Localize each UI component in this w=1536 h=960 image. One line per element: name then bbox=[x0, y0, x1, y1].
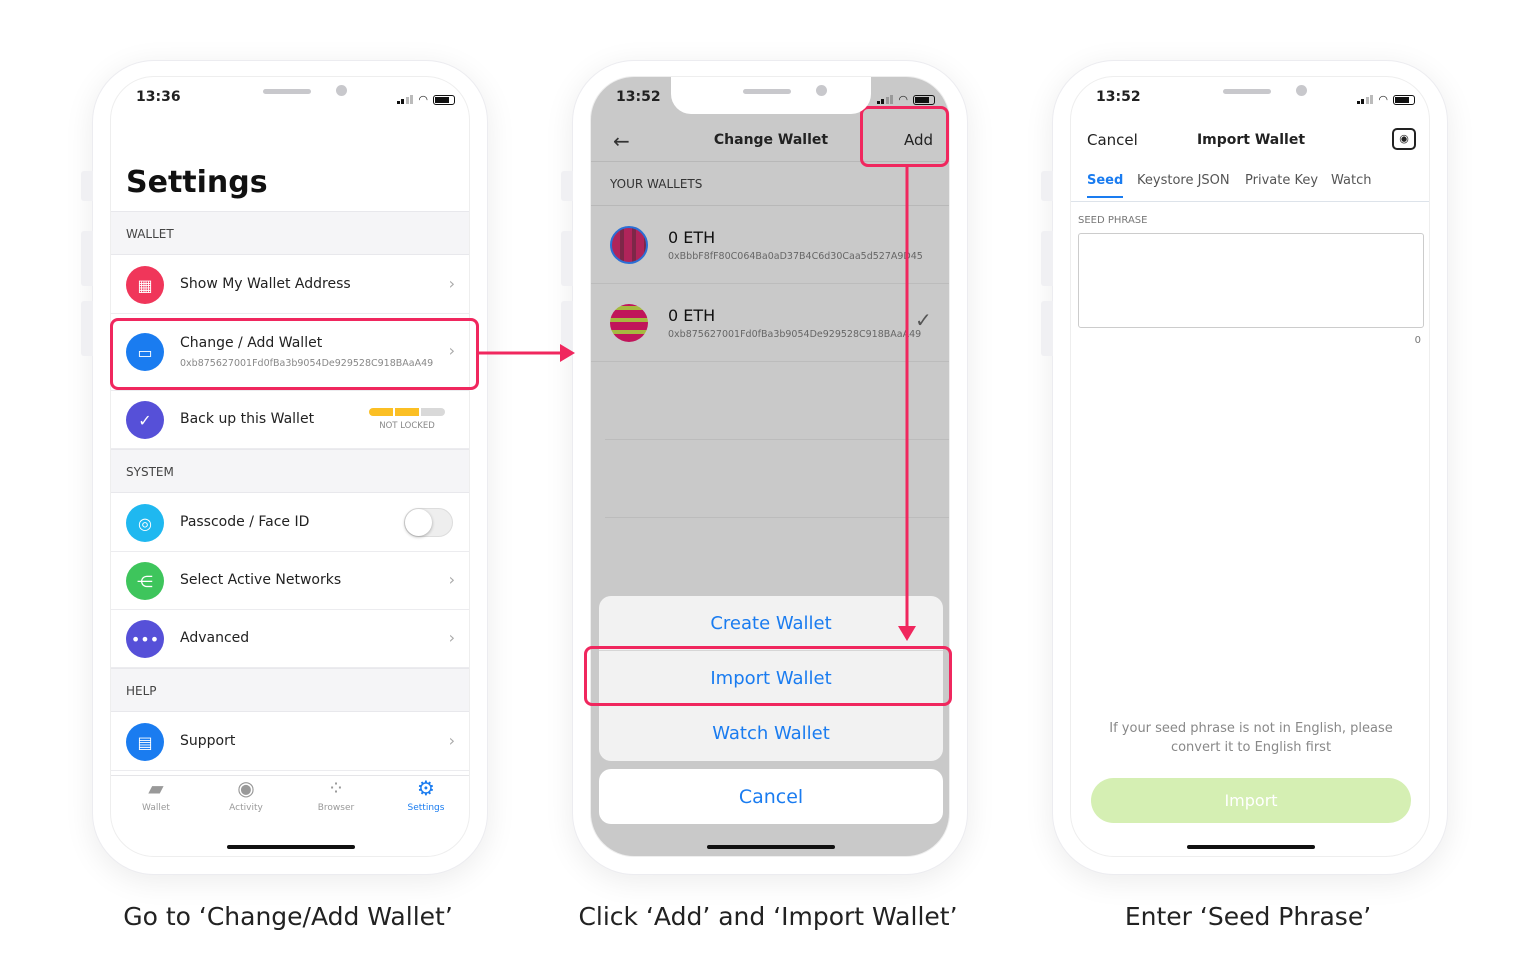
caption-step-2: Click ‘Add’ and ‘Import Wallet’ bbox=[578, 902, 958, 931]
caption-step-3: Enter ‘Seed Phrase’ bbox=[1124, 902, 1372, 931]
caption-step-1: Go to ‘Change/Add Wallet’ bbox=[123, 902, 453, 931]
status-icons: ◠ bbox=[396, 93, 455, 106]
status-icons: ◠ bbox=[1356, 93, 1415, 106]
status-time: 13:36 bbox=[136, 89, 181, 105]
arrows bbox=[479, 167, 916, 641]
status-time: 13:52 bbox=[1096, 89, 1141, 105]
status-icons: ◠ bbox=[876, 93, 935, 106]
status-time: 13:52 bbox=[616, 89, 661, 105]
arrowhead-right bbox=[560, 344, 575, 362]
arrowhead-down bbox=[898, 626, 916, 641]
